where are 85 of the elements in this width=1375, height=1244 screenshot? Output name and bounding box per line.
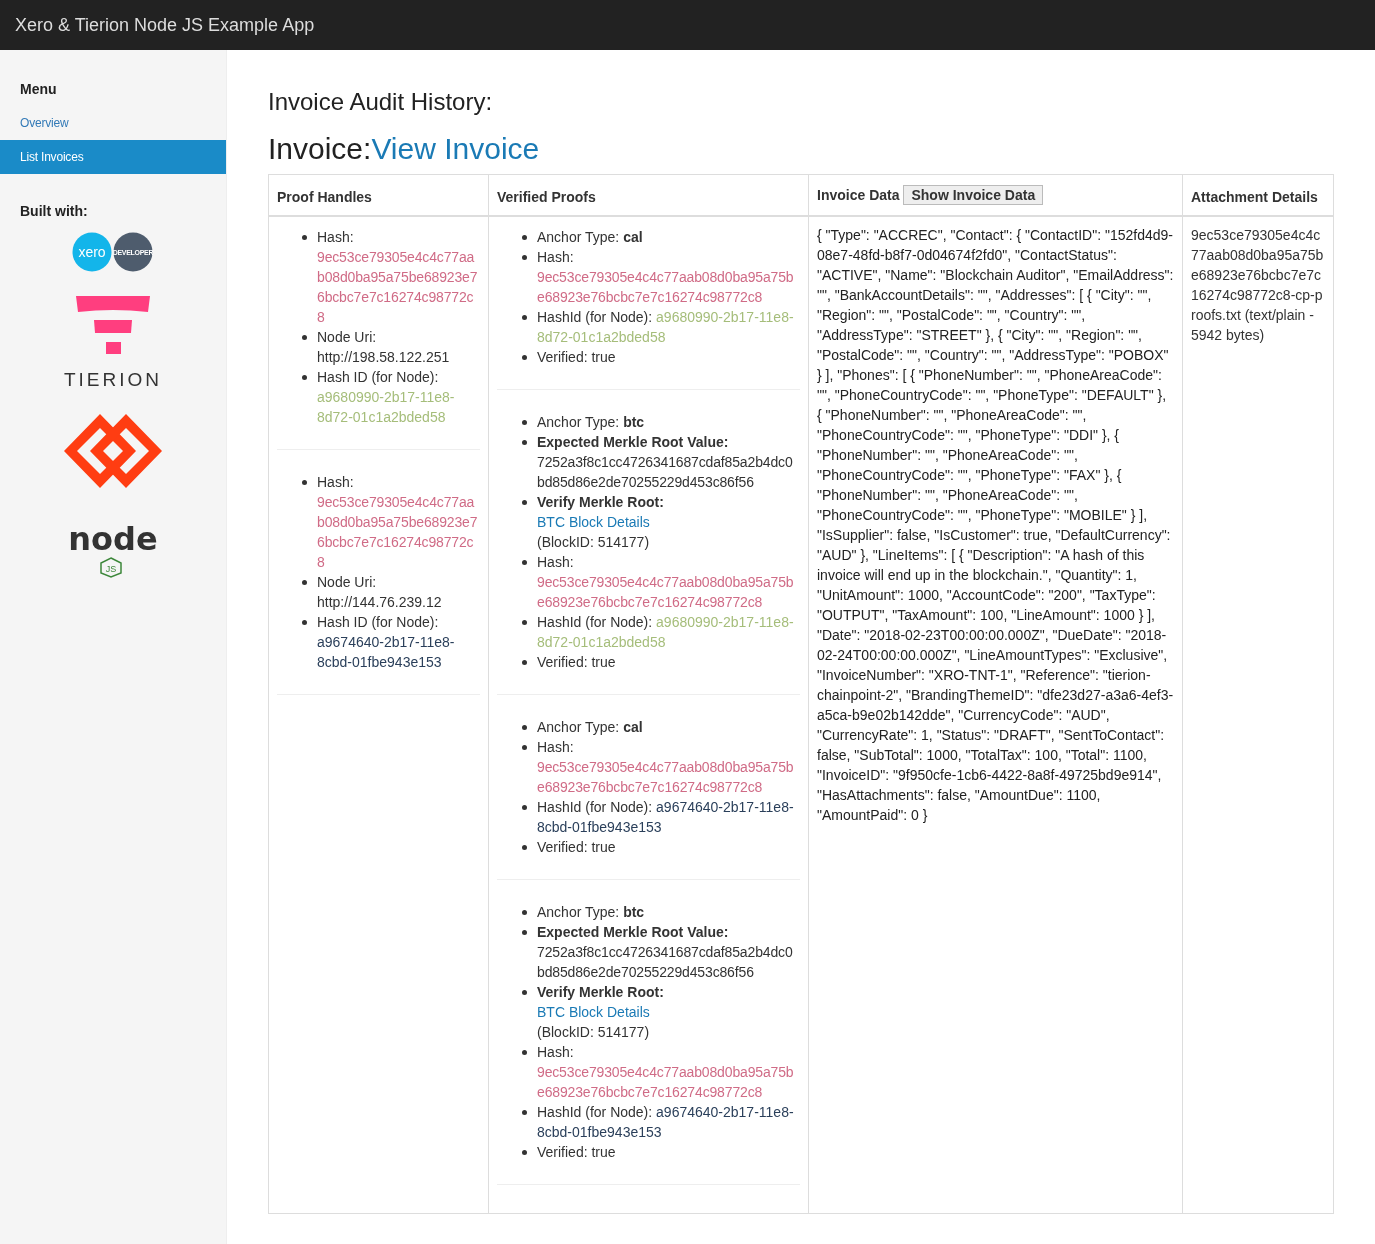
bullet-icon — [522, 235, 527, 240]
merkle-root-label: Expected Merkle Root Value: — [537, 433, 730, 452]
merkle-root-value: 7252a3f8c1cc4726341687cdaf85a2b4dc0bd85d86e2de70255229d453c86f56 — [537, 943, 794, 982]
menu-heading: Menu — [19, 80, 58, 98]
column-header: Attachment Details — [1183, 175, 1333, 217]
hash-value: 9ec53ce79305e4c4c77aab08d0ba95a75be68923e76bcbc7e7c16274c98772c8 — [537, 573, 795, 612]
column-header: Invoice Data — [817, 187, 900, 203]
node-uri-value: http://144.76.239.12 — [317, 593, 443, 612]
hash-value: 9ec53ce79305e4c4c77aab08d0ba95a75be68923e76bcbc7e7c16274c98772c8 — [537, 758, 795, 797]
tierion-logo: TIERION — [61, 296, 165, 390]
node-uri-label: Node Uri: — [317, 328, 378, 347]
hash-label: Hash: — [537, 1043, 575, 1062]
node-uri-value: http://198.58.122.251 — [317, 348, 451, 367]
bullet-icon — [522, 355, 527, 360]
attachment-details-text: 9ec53ce79305e4c4c77aab08d0ba95a75be68923e76bcbc7e7c16274c98772c8-cp-proofs.txt (text/plain - 5942 bytes) — [1191, 226, 1325, 345]
invoice-label: Invoice: — [268, 132, 372, 165]
hash-id-value: a9674640-2b17-11e8-8cbd-01fbe943e153 — [317, 633, 456, 672]
page-heading: Invoice Audit History: — [268, 88, 494, 116]
verify-merkle-label: Verify Merkle Root: — [537, 983, 665, 1002]
btc-block-details-link[interactable]: BTC Block Details — [537, 1004, 650, 1020]
btc-block-details-link[interactable]: BTC Block Details — [537, 514, 650, 530]
app-title: Xero & Tierion Node JS Example App — [15, 14, 315, 36]
hash-value: 9ec53ce79305e4c4c77aab08d0ba95a75be68923e76bcbc7e7c16274c98772c8 — [317, 248, 479, 327]
bullet-icon — [302, 375, 307, 380]
hash-id-text: HashId (for Node): a9674640-2b17-11e8-8cbd-01fbe943e153 — [537, 1103, 795, 1142]
block-id: (BlockID: 514177) — [537, 1023, 651, 1042]
hash-label: Hash: — [537, 248, 575, 267]
verified-status: Verified: true — [537, 348, 617, 367]
bullet-icon — [522, 910, 527, 915]
bullet-icon — [302, 620, 307, 625]
hash-label: Hash: — [317, 228, 355, 247]
bullet-icon — [302, 480, 307, 485]
anchor-type: Anchor Type: cal — [537, 228, 644, 247]
hash-id-text: HashId (for Node): a9674640-2b17-11e8-8cbd-01fbe943e153 — [537, 798, 795, 837]
hash-label: Hash: — [317, 473, 355, 492]
verify-merkle-label: Verify Merkle Root: — [537, 493, 665, 512]
hash-id-label: Hash ID (for Node): — [317, 368, 440, 387]
bullet-icon — [522, 990, 527, 995]
merkle-root-label: Expected Merkle Root Value: — [537, 923, 730, 942]
anchor-type: Anchor Type: btc — [537, 413, 646, 432]
bullet-icon — [522, 420, 527, 425]
anchor-type: Anchor Type: btc — [537, 903, 646, 922]
built-with-heading: Built with: — [19, 202, 89, 220]
bullet-icon — [522, 805, 527, 810]
bullet-icon — [522, 745, 527, 750]
anchor-type: Anchor Type: cal — [537, 718, 644, 737]
bullet-icon — [302, 235, 307, 240]
view-invoice-link[interactable]: View Invoice — [371, 132, 540, 165]
bullet-icon — [522, 560, 527, 565]
bullet-icon — [522, 440, 527, 445]
bullet-icon — [522, 660, 527, 665]
bullet-icon — [302, 580, 307, 585]
invoice-json-text: { "Type": "ACCREC", "Contact": { "ContactID": "152fd4d9-08e7-48fd-b8f7-0d04674f2fd0", "ContactStatus": "ACTIVE", "Name": "Blockchain Auditor", "EmailAddress": "", "BankAccountDetails": "", "Addresses": [ { "City": "", "Region": "", "PostalCode": "", "Country": "", "AddressType": "STREET" }, { "City": "", "Region": "", "PostalCode": "", "Country": "", "AddressType": "POBOX" } ], "Phones": [ { "PhoneNumber": "", "PhoneAreaCode": "", "PhoneCountryCode": "", "PhoneType": "DEFAULT" }, { "PhoneNumber": "", "PhoneAreaCode": "", "PhoneCountryCode": "", "PhoneType": "DDI" }, { "PhoneNumber": "", "PhoneAreaCode": "", "PhoneCountryCode": "", "PhoneType": "FAX" }, { "PhoneNumber": "", "PhoneAreaCode": "", "PhoneCountryCode": "", "PhoneType": "MOBILE" } ], "IsSupplier": false, "IsCustomer": true, "DefaultCurrency": "AUD" }, "LineItems": [ { "Description": "A hash of this invoice will end up in the blockchain.", "Quantity": 1, "UnitAmount": 1000, "AccountCode": "200", "TaxType": "OUTPUT", "TaxAmount": 100, "LineAmount": 1000 } ], "Date": "2018-02-23T00:00:00.000Z", "DueDate": "2018-02-24T00:00:00.000Z", "LineAmountTypes": "Exclusive", "InvoiceNumber": "XRO-TNT-1", "Reference": "tierion-chainpoint-2", "BrandingThemeID": "dfe23d27-a3a6-4ef3-a5ca-b9e02b142dde", "CurrencyCode": "AUD", "CurrencyRate": 1, "Status": "DRAFT", "SentToContact": false, "SubTotal": 1000, "TotalTax": 100, "Total": 1100, "InvoiceID": "9f950cfe-1cb6-4422-8a8f-49725bd9e914", "HasAttachments": false, "AmountDue": 1100, "AmountPaid": 0 } — [817, 226, 1174, 825]
verified-status: Verified: true — [537, 1143, 617, 1162]
bullet-icon — [522, 1110, 527, 1115]
hash-id-text: HashId (for Node): a9680990-2b17-11e8-8d72-01c1a2bded58 — [537, 613, 795, 652]
node-uri-label: Node Uri: — [317, 573, 378, 592]
hash-id-value: a9680990-2b17-11e8-8d72-01c1a2bded58 — [317, 388, 456, 427]
bullet-icon — [522, 1050, 527, 1055]
bullet-icon — [522, 845, 527, 850]
bullet-icon — [522, 725, 527, 730]
node-js-logo: node JS — [53, 512, 173, 578]
merkle-root-value: 7252a3f8c1cc4726341687cdaf85a2b4dc0bd85d86e2de70255229d453c86f56 — [537, 453, 794, 492]
block-id: (BlockID: 514177) — [537, 533, 651, 552]
hash-id-label: Hash ID (for Node): — [317, 613, 440, 632]
verified-status: Verified: true — [537, 653, 617, 672]
column-header: Proof Handles — [269, 175, 489, 217]
bullet-icon — [522, 500, 527, 505]
hash-value: 9ec53ce79305e4c4c77aab08d0ba95a75be68923e76bcbc7e7c16274c98772c8 — [317, 493, 479, 572]
bullet-icon — [522, 1150, 527, 1155]
hash-id-text: HashId (for Node): a9680990-2b17-11e8-8d72-01c1a2bded58 — [537, 308, 795, 347]
bullet-icon — [522, 315, 527, 320]
hash-value: 9ec53ce79305e4c4c77aab08d0ba95a75be68923e76bcbc7e7c16274c98772c8 — [537, 1063, 795, 1102]
nav-link[interactable]: List Invoices — [0, 140, 226, 174]
hash-label: Hash: — [537, 738, 575, 757]
bullet-icon — [522, 620, 527, 625]
verified-status: Verified: true — [537, 838, 617, 857]
hash-value: 9ec53ce79305e4c4c77aab08d0ba95a75be68923e76bcbc7e7c16274c98772c8 — [537, 268, 795, 307]
bullet-icon — [302, 335, 307, 340]
show-invoice-data-button[interactable]: Show Invoice Data — [903, 185, 1044, 205]
bullet-icon — [522, 255, 527, 260]
bullet-icon — [522, 930, 527, 935]
nav-link[interactable]: Overview — [0, 106, 226, 140]
hash-label: Hash: — [537, 553, 575, 572]
column-header: Verified Proofs — [489, 175, 809, 217]
